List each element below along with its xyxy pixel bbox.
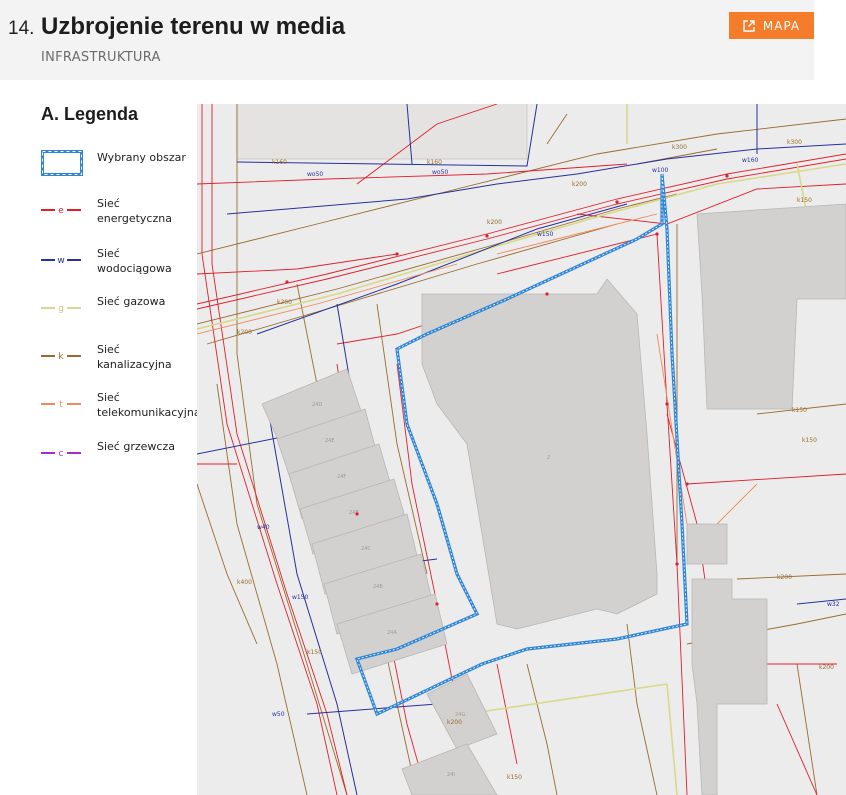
building-24I — [401, 743, 498, 795]
network-label: k160 — [427, 159, 442, 166]
heating-line-icon: c — [41, 449, 81, 459]
network-label: w160 — [742, 157, 759, 164]
network-label: wo50 — [307, 171, 323, 178]
legend-label: Sieć gazowa — [97, 295, 166, 308]
sewer-line-icon: k — [41, 352, 81, 362]
utility-map-canvas: 24D 24E 24F 24B 24C 24B 24A 24G 2 24I k1… — [197, 104, 846, 795]
network-label: k200 — [237, 329, 252, 336]
building-label: 24A — [387, 630, 397, 636]
legend-label: Wybrany obszar — [97, 151, 186, 164]
network-label: w100 — [652, 167, 669, 174]
electric-symbol-letter: e — [58, 206, 64, 216]
legend-title: A. Legenda — [41, 104, 139, 124]
network-label: k160 — [272, 159, 287, 166]
network-label: k150 — [802, 437, 817, 444]
telecom-symbol-letter: t — [59, 400, 63, 410]
water-line-icon: w — [41, 256, 81, 266]
building-east — [696, 203, 846, 410]
network-label: k150 — [507, 774, 522, 781]
page-title: Uzbrojenie terenu w media — [41, 13, 346, 40]
buildings — [261, 203, 846, 795]
sewer-symbol-letter: k — [58, 352, 64, 362]
building-label: 24D — [312, 402, 322, 408]
legend-label: Sieć grzewcza — [97, 440, 175, 453]
network-label: k200 — [572, 181, 587, 188]
section-number: 14. — [8, 18, 35, 39]
network-label: w50 — [272, 711, 285, 718]
legend-label: Sieć telekomunikacyjna — [97, 391, 201, 419]
network-label: k200 — [277, 299, 292, 306]
network-label: k150 — [797, 197, 812, 204]
map-button-label: MAPA — [762, 18, 801, 33]
telecom-line-icon: t — [41, 400, 81, 410]
legend-label: Sieć wodociągowa — [97, 247, 172, 275]
building-label: 24G — [455, 712, 465, 718]
network-label: k200 — [777, 574, 792, 581]
selected-area-icon — [41, 150, 83, 176]
network-label: w32 — [827, 601, 840, 608]
network-label: w150 — [537, 231, 554, 238]
network-label: k200 — [447, 719, 462, 726]
network-label: w40 — [257, 524, 270, 531]
gas-symbol-letter: g — [58, 304, 64, 314]
network-label: k200 — [819, 664, 834, 671]
network-label: k400 — [237, 579, 252, 586]
building-label: 2 — [547, 455, 550, 461]
building-label: 24C — [361, 546, 371, 552]
network-label: w150 — [292, 594, 309, 601]
map-button[interactable]: MAPA — [729, 12, 814, 39]
building-label: 24B — [373, 584, 383, 590]
legend-label: Sieć kanalizacyjna — [97, 343, 172, 371]
water-symbol-letter: w — [57, 256, 64, 266]
building-small-east — [686, 523, 728, 565]
network-label: wo50 — [432, 169, 448, 176]
building-south-east — [691, 578, 768, 795]
external-link-icon — [743, 19, 755, 32]
street-block — [236, 104, 528, 160]
network-label: k200 — [487, 219, 502, 226]
section-category: INFRASTRUKTURA — [41, 50, 161, 65]
utility-map[interactable]: 24D 24E 24F 24B 24C 24B 24A 24G 2 24I k1… — [197, 104, 846, 795]
electric-line-icon: e — [41, 206, 81, 216]
legend-label: Sieć energetyczna — [97, 197, 172, 225]
section-header: 14. Uzbrojenie terenu w media INFRASTRUK… — [0, 0, 814, 80]
network-label: k300 — [672, 144, 687, 151]
network-label: k300 — [787, 139, 802, 146]
network-label: k150 — [792, 407, 807, 414]
heating-symbol-letter: c — [59, 449, 64, 459]
gas-line-icon: g — [41, 304, 81, 314]
network-label: k150 — [307, 649, 322, 656]
building-label: 24F — [337, 474, 346, 480]
building-label: 24I — [447, 772, 455, 778]
building-label: 24E — [325, 438, 335, 444]
